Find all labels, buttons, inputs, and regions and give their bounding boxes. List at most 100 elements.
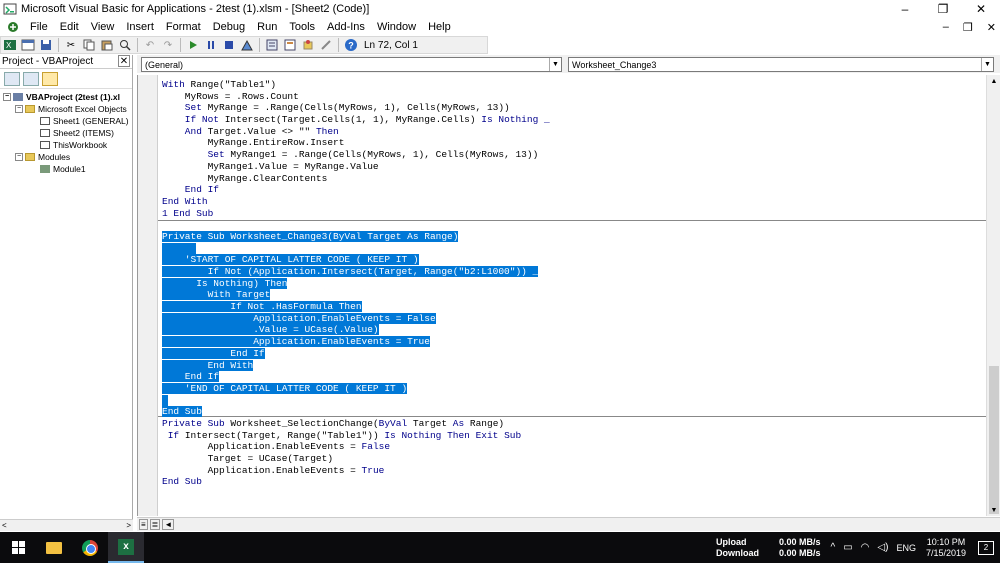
code-line-selected[interactable]: 'END OF CAPITAL LATTER CODE ( KEEP IT )	[162, 382, 550, 395]
copy-icon[interactable]	[81, 38, 97, 52]
tree-item-modules[interactable]: − Modules	[0, 151, 132, 163]
chrome-taskbar-button[interactable]	[72, 532, 108, 563]
view-excel-icon[interactable]: X	[2, 38, 18, 52]
minimize-button[interactable]: –	[886, 0, 924, 18]
code-line[interactable]: Set MyRange1 = .Range(Cells(MyRows, 1), …	[162, 149, 550, 161]
menu-help[interactable]: Help	[422, 21, 457, 33]
mdi-restore-button[interactable]: ❐	[963, 21, 973, 34]
scroll-right-icon[interactable]: >	[126, 521, 131, 530]
menu-edit[interactable]: Edit	[54, 21, 85, 33]
save-icon[interactable]	[38, 38, 54, 52]
reset-icon[interactable]	[221, 38, 237, 52]
insert-userform-icon[interactable]	[20, 38, 36, 52]
chevron-down-icon[interactable]: ▼	[981, 58, 993, 71]
menu-run[interactable]: Run	[251, 21, 283, 33]
code-line[interactable]: If Not Intersect(Target.Cells(1, 1), MyR…	[162, 114, 550, 126]
code-line[interactable]: With Range("Table1")	[162, 79, 550, 91]
menu-format[interactable]: Format	[160, 21, 207, 33]
menu-insert[interactable]: Insert	[120, 21, 160, 33]
code-line[interactable]: Target = UCase(Target)	[162, 453, 550, 465]
excel-taskbar-button[interactable]: x	[108, 532, 144, 563]
menu-tools[interactable]: Tools	[283, 21, 321, 33]
tree-item-excel-objects[interactable]: − Microsoft Excel Objects	[0, 103, 132, 115]
vba-menu-icon[interactable]	[6, 20, 20, 34]
code-line[interactable]: End Sub	[162, 476, 550, 488]
code-line[interactable]: Set MyRange = .Range(Cells(MyRows, 1), C…	[162, 102, 550, 114]
tree-item-module1[interactable]: Module1	[0, 163, 132, 175]
menu-window[interactable]: Window	[371, 21, 422, 33]
tree-item-sheet2[interactable]: Sheet2 (ITEMS)	[0, 127, 132, 139]
scroll-left-icon[interactable]: ◄	[162, 519, 175, 530]
project-explorer-icon[interactable]	[264, 38, 280, 52]
scroll-thumb[interactable]	[989, 366, 999, 514]
code-line[interactable]: MyRange.ClearContents	[162, 173, 550, 185]
code-line-selected[interactable]	[162, 394, 550, 407]
volume-icon[interactable]: ◁)	[877, 542, 888, 553]
project-horizontal-scrollbar[interactable]: < >	[0, 519, 133, 531]
wifi-icon[interactable]: ◠	[861, 542, 870, 553]
toolbox-icon[interactable]	[318, 38, 334, 52]
properties-window-icon[interactable]	[282, 38, 298, 52]
code-line-selected[interactable]: .Value = UCase(.Value)	[162, 324, 550, 336]
project-explorer-close-button[interactable]: ✕	[118, 55, 130, 67]
show-hidden-icons-icon[interactable]: ^	[831, 542, 836, 553]
code-vertical-scrollbar[interactable]: ▲ ▼	[986, 75, 1000, 516]
start-button[interactable]	[0, 532, 36, 563]
collapse-toggle[interactable]: −	[3, 93, 11, 101]
chevron-down-icon[interactable]: ▼	[549, 58, 561, 71]
scroll-up-icon[interactable]: ▲	[987, 75, 1000, 87]
redo-icon[interactable]: ↷	[160, 38, 176, 52]
run-icon[interactable]	[185, 38, 201, 52]
battery-icon[interactable]: ▭	[843, 542, 852, 553]
code-line[interactable]: 1 End Sub	[162, 208, 550, 220]
menu-file[interactable]: File	[24, 21, 54, 33]
toggle-folders-icon[interactable]	[42, 71, 58, 86]
help-icon[interactable]: ?	[343, 38, 359, 52]
code-line[interactable]: If Intersect(Target, Range("Table1")) Is…	[162, 430, 550, 442]
code-line[interactable]: Private Sub Worksheet_SelectionChange(By…	[162, 418, 550, 430]
restore-button[interactable]: ❐	[924, 0, 962, 18]
close-button[interactable]: ✕	[962, 0, 1000, 18]
clock[interactable]: 10:10 PM 7/15/2019	[926, 537, 966, 559]
design-mode-icon[interactable]	[239, 38, 255, 52]
code-line-selected[interactable]: If Not (Application.Intersect(Target, Ra…	[162, 266, 550, 278]
paste-icon[interactable]	[99, 38, 115, 52]
tree-item-sheet1[interactable]: Sheet1 (GENERAL)	[0, 115, 132, 127]
find-icon[interactable]	[117, 38, 133, 52]
notification-center-icon[interactable]: 2	[978, 540, 994, 555]
language-indicator[interactable]: ENG	[896, 543, 916, 553]
file-explorer-taskbar-button[interactable]	[36, 532, 72, 563]
code-line[interactable]: End If	[162, 184, 550, 196]
collapse-toggle[interactable]: −	[15, 105, 23, 113]
scroll-left-icon[interactable]: <	[2, 521, 7, 530]
code-line[interactable]: End With	[162, 196, 550, 208]
mdi-minimize-button[interactable]: –	[943, 21, 949, 33]
code-line-selected[interactable]: With Target	[162, 289, 550, 301]
code-line-selected[interactable]: End If	[162, 347, 550, 360]
code-line[interactable]: MyRange1.Value = MyRange.Value	[162, 161, 550, 173]
mdi-close-button[interactable]: ✕	[987, 21, 996, 34]
code-line[interactable]: MyRange.EntireRow.Insert	[162, 137, 550, 149]
undo-icon[interactable]: ↶	[142, 38, 158, 52]
code-editor[interactable]: With Range("Table1") MyRows = .Rows.Coun…	[137, 75, 986, 516]
menu-view[interactable]: View	[85, 21, 121, 33]
code-line-selected[interactable]: Application.EnableEvents = False	[162, 312, 550, 325]
code-line-blank[interactable]	[162, 219, 550, 231]
procedure-dropdown[interactable]: Worksheet_Change3 ▼	[568, 57, 994, 72]
code-line-selected[interactable]: Private Sub Worksheet_Change3(ByVal Targ…	[162, 230, 550, 243]
view-code-icon[interactable]	[4, 71, 20, 86]
code-line-selected[interactable]: End With	[162, 359, 550, 372]
menu-add-ins[interactable]: Add-Ins	[321, 21, 371, 33]
code-line-selected[interactable]: End Sub	[162, 406, 550, 418]
code-line-selected[interactable]	[162, 242, 550, 255]
code-line[interactable]: And Target.Value <> "" Then	[162, 126, 550, 138]
menu-debug[interactable]: Debug	[207, 21, 251, 33]
code-line-selected[interactable]: Application.EnableEvents = True	[162, 336, 550, 348]
scroll-down-icon[interactable]: ▼	[987, 504, 1000, 516]
code-margin[interactable]	[138, 75, 158, 516]
code-line-selected[interactable]: Is Nothing) Then	[162, 277, 550, 290]
code-line-selected[interactable]: End If	[162, 371, 550, 383]
tree-item-thisworkbook[interactable]: ThisWorkbook	[0, 139, 132, 151]
full-module-view-icon[interactable]: ≣	[149, 519, 161, 530]
code-line[interactable]: Application.EnableEvents = True	[162, 465, 550, 477]
